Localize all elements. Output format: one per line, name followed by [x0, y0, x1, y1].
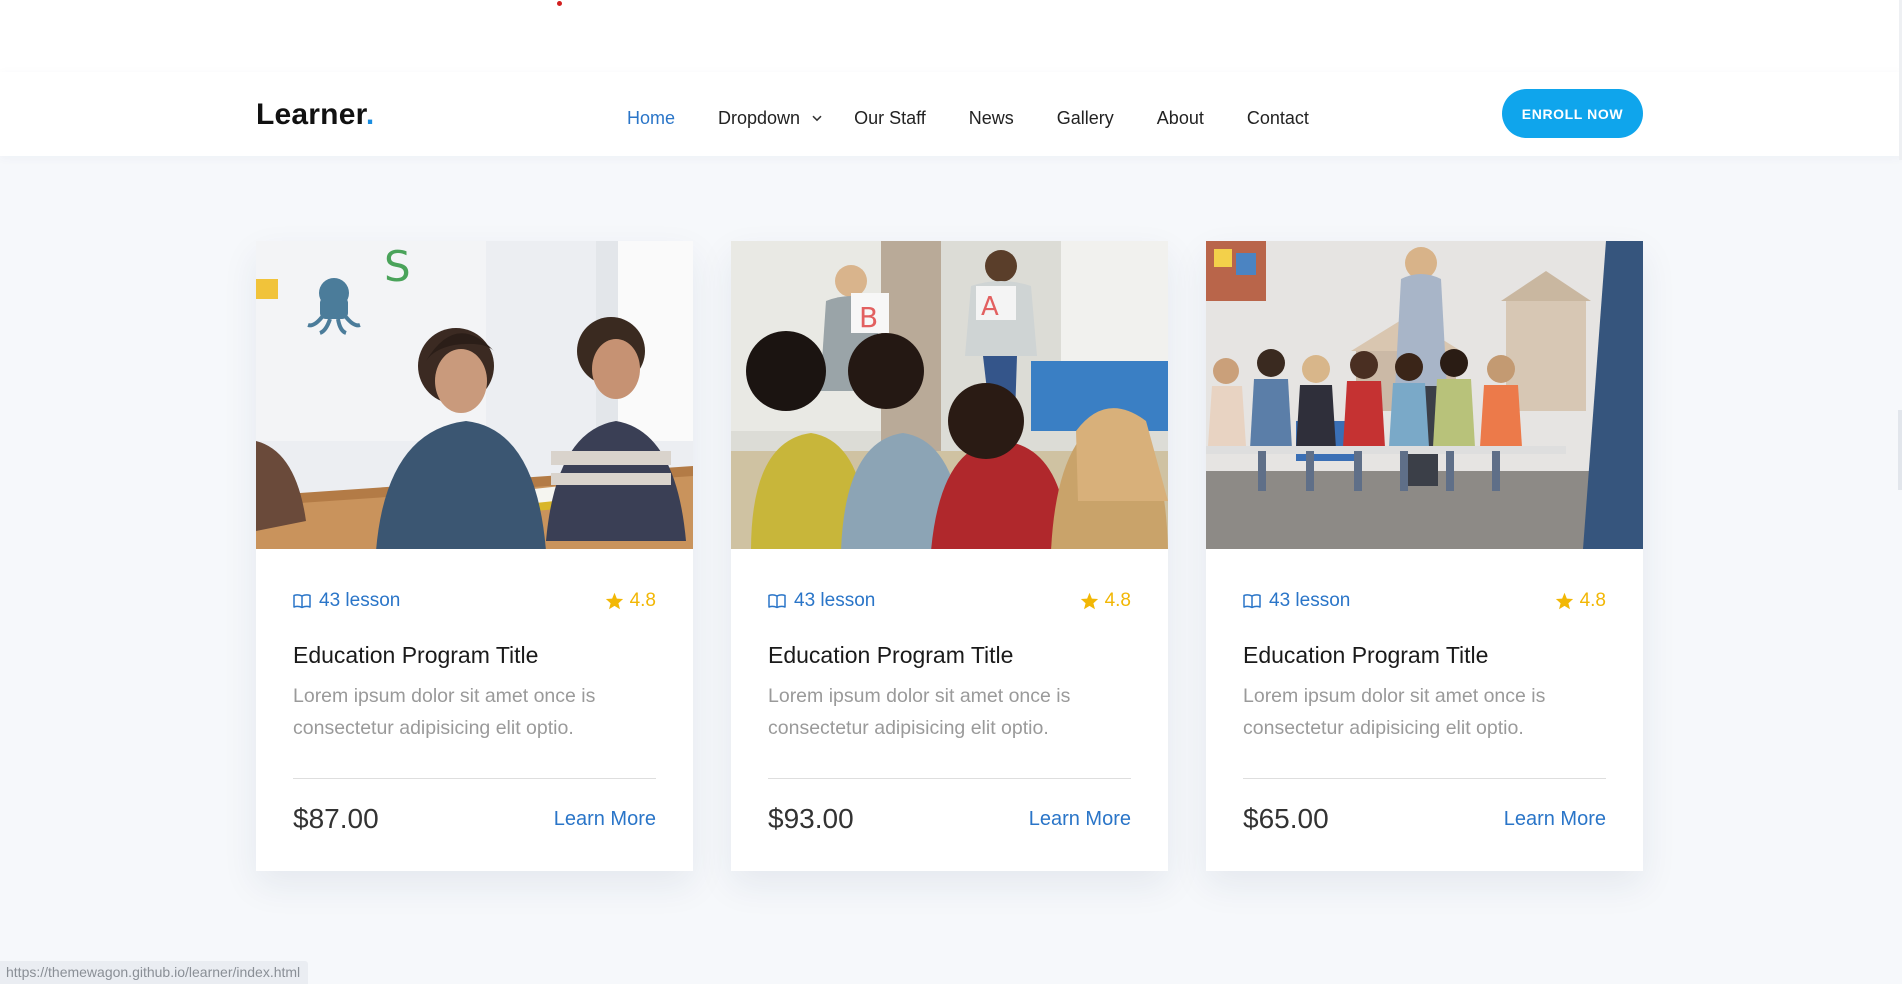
- learn-more-link[interactable]: Learn More: [1504, 808, 1606, 831]
- lesson-count-text: 43 lesson: [319, 590, 401, 611]
- brand-dot: .: [365, 98, 375, 131]
- card-divider: [293, 778, 656, 779]
- course-description: Lorem ipsum dolor sit amet once is conse…: [768, 685, 1071, 739]
- course-title[interactable]: Education Program Title: [293, 640, 656, 670]
- scrollbar-thumb[interactable]: [1898, 410, 1902, 490]
- main-nav: Home Dropdown Our Staff News Gallery Abo…: [627, 106, 1352, 130]
- nav-item-our-staff[interactable]: Our Staff: [854, 108, 926, 129]
- course-photo: S: [256, 241, 693, 549]
- course-card: B A 43 lesson 4.8 Education Program Titl…: [731, 241, 1168, 871]
- rating: 4.8: [1080, 590, 1131, 612]
- course-price: $93.00: [768, 803, 854, 834]
- book-icon: [293, 594, 311, 609]
- nav-item-gallery[interactable]: Gallery: [1057, 108, 1114, 129]
- course-photo: B A: [731, 241, 1168, 549]
- card-footer: $93.00 Learn More: [768, 803, 1131, 835]
- nav-item-label: Home: [627, 107, 676, 128]
- rating-value: 4.8: [1104, 590, 1131, 611]
- rating-value: 4.8: [1579, 590, 1606, 611]
- enroll-now-button[interactable]: ENROLL NOW: [1502, 89, 1643, 138]
- card-body: 43 lesson 4.8 Education Program Title Lo…: [768, 589, 1131, 835]
- course-description: Lorem ipsum dolor sit amet once is conse…: [293, 685, 596, 739]
- course-title[interactable]: Education Program Title: [1243, 640, 1606, 670]
- card-footer: $87.00 Learn More: [293, 803, 656, 835]
- nav-item-label: Contact: [1246, 107, 1309, 128]
- nav-item-about[interactable]: About: [1157, 108, 1204, 129]
- top-strip: [0, 0, 1902, 72]
- course-title[interactable]: Education Program Title: [768, 640, 1131, 670]
- chevron-down-icon: [812, 115, 822, 122]
- course-price: $87.00: [293, 803, 379, 834]
- card-meta: 43 lesson 4.8: [768, 589, 1131, 613]
- nav-item-news[interactable]: News: [969, 108, 1014, 129]
- lesson-count: 43 lesson: [1243, 590, 1350, 612]
- nav-item-label: Our Staff: [854, 107, 926, 128]
- card-body: 43 lesson 4.8 Education Program Title Lo…: [293, 589, 656, 835]
- rating-value: 4.8: [629, 590, 656, 611]
- lesson-count-text: 43 lesson: [1269, 590, 1351, 611]
- nav-item-label: Gallery: [1056, 107, 1114, 128]
- card-footer: $65.00 Learn More: [1243, 803, 1606, 835]
- rating: 4.8: [1555, 590, 1606, 612]
- course-price: $65.00: [1243, 803, 1329, 834]
- nav-item-label: News: [968, 107, 1014, 128]
- nav-item-home[interactable]: Home: [627, 108, 675, 129]
- rating: 4.8: [605, 590, 656, 612]
- svg-text:S: S: [384, 242, 411, 291]
- lesson-count-text: 43 lesson: [794, 590, 876, 611]
- lesson-count: 43 lesson: [768, 590, 875, 612]
- book-icon: [1243, 594, 1261, 609]
- course-description: Lorem ipsum dolor sit amet once is conse…: [1243, 685, 1546, 739]
- star-icon: [605, 592, 623, 610]
- site-header: Learner. Home Dropdown Our Staff News Ga…: [0, 72, 1902, 156]
- indicator-dot: [557, 1, 562, 6]
- lesson-count: 43 lesson: [293, 590, 400, 612]
- book-icon: [768, 594, 786, 609]
- star-icon: [1555, 592, 1573, 610]
- learn-more-link[interactable]: Learn More: [554, 808, 656, 831]
- brand-name: Learner: [256, 98, 366, 131]
- svg-text:B: B: [859, 301, 878, 334]
- card-meta: 43 lesson 4.8: [1243, 589, 1606, 613]
- nav-item-label: About: [1156, 107, 1204, 128]
- card-divider: [768, 778, 1131, 779]
- status-bar-url: https://themewagon.github.io/learner/ind…: [0, 961, 309, 984]
- svg-text:A: A: [981, 292, 999, 322]
- card-divider: [1243, 778, 1606, 779]
- nav-item-label: Dropdown: [718, 107, 801, 128]
- learn-more-link[interactable]: Learn More: [1029, 808, 1131, 831]
- card-meta: 43 lesson 4.8: [293, 589, 656, 613]
- nav-item-dropdown[interactable]: Dropdown: [718, 108, 822, 129]
- course-photo: [1206, 241, 1643, 549]
- star-icon: [1080, 592, 1098, 610]
- card-body: 43 lesson 4.8 Education Program Title Lo…: [1243, 589, 1606, 835]
- nav-item-contact[interactable]: Contact: [1247, 108, 1309, 129]
- course-card: S 43 lesson 4.8 Education Program Title …: [256, 241, 693, 871]
- course-card: 43 lesson 4.8 Education Program Title Lo…: [1206, 241, 1643, 871]
- brand-logo[interactable]: Learner.: [256, 98, 374, 132]
